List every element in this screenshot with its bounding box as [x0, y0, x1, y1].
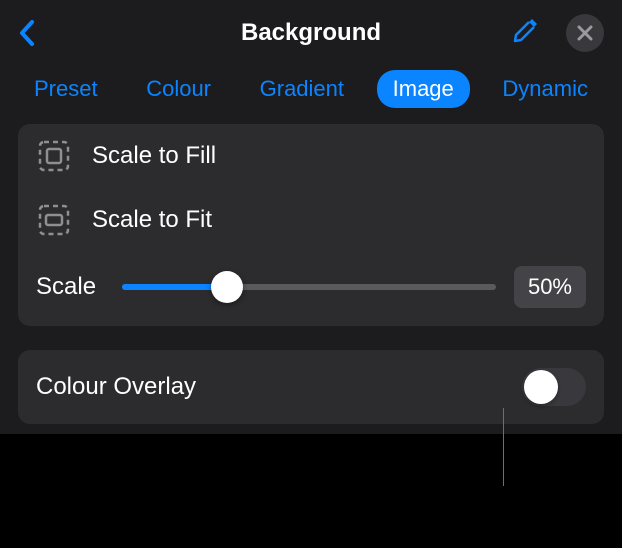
scale-label: Scale — [36, 273, 104, 301]
image-options-group: Scale to Fill Scale to Fit Scale 50% — [18, 124, 604, 326]
scale-to-fit-icon — [36, 202, 72, 238]
scale-to-fit-option[interactable]: Scale to Fit — [18, 188, 604, 252]
close-icon — [577, 25, 593, 41]
tab-preset[interactable]: Preset — [18, 70, 114, 108]
toggle-thumb — [524, 370, 558, 404]
eyedropper-icon[interactable] — [510, 16, 540, 51]
tab-colour[interactable]: Colour — [130, 70, 227, 108]
tab-image[interactable]: Image — [377, 70, 470, 108]
background-type-tabs: Preset Colour Gradient Image Dynamic — [0, 62, 622, 124]
tab-gradient[interactable]: Gradient — [244, 70, 360, 108]
callout-line — [503, 408, 504, 486]
back-button[interactable] — [18, 19, 36, 47]
scale-slider-row: Scale 50% — [18, 252, 604, 326]
close-button[interactable] — [566, 14, 604, 52]
colour-overlay-row: Colour Overlay — [18, 350, 604, 424]
scale-value[interactable]: 50% — [514, 266, 586, 308]
scale-to-fit-label: Scale to Fit — [92, 206, 212, 234]
colour-overlay-toggle[interactable] — [522, 368, 586, 406]
page-title: Background — [241, 19, 381, 47]
scale-to-fill-label: Scale to Fill — [92, 142, 216, 170]
colour-overlay-label: Colour Overlay — [36, 373, 196, 401]
tab-dynamic[interactable]: Dynamic — [486, 70, 604, 108]
scale-slider-thumb[interactable] — [211, 271, 243, 303]
scale-to-fill-option[interactable]: Scale to Fill — [18, 124, 604, 188]
scale-slider[interactable] — [122, 284, 496, 290]
scale-to-fill-icon — [36, 138, 72, 174]
